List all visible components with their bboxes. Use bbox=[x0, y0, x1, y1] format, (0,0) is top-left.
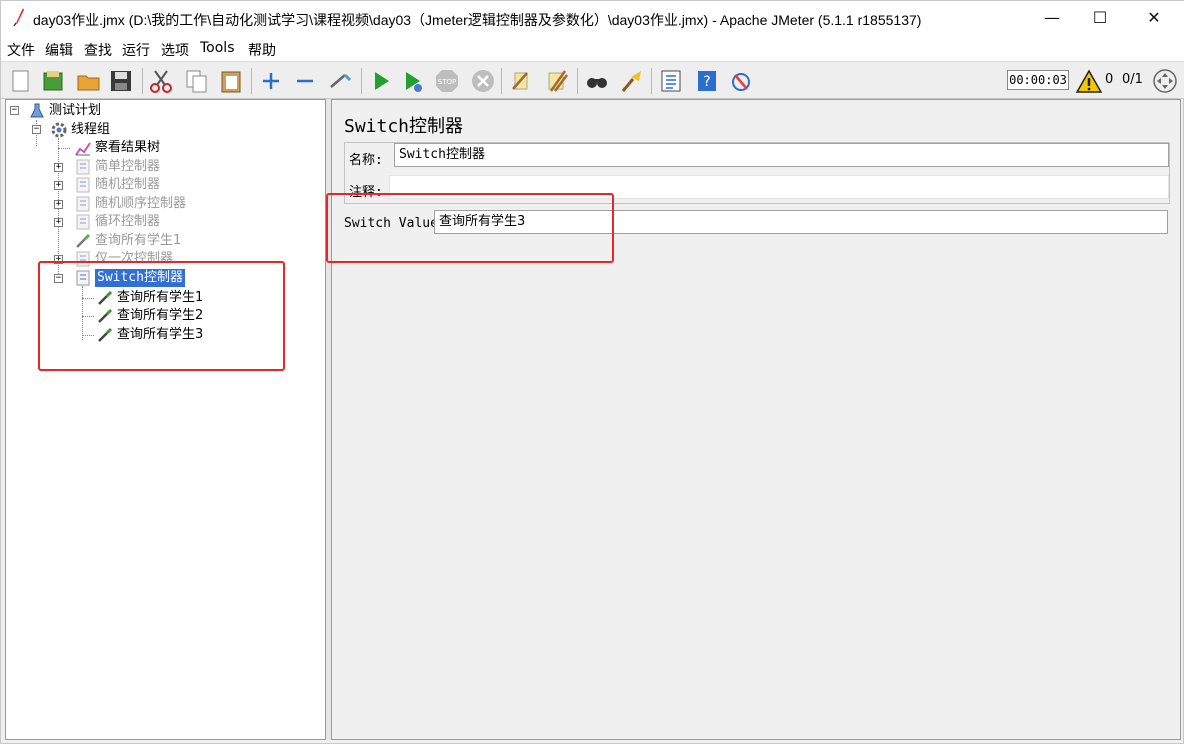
clear-all-icon[interactable] bbox=[543, 67, 571, 95]
remote-icon[interactable] bbox=[727, 67, 755, 95]
tree-node-random-controller[interactable]: 随机控制器 bbox=[74, 176, 160, 194]
name-label: 名称: bbox=[349, 153, 383, 168]
maximize-button[interactable]: ☐ bbox=[1077, 1, 1123, 35]
collapse-toggle[interactable]: − bbox=[32, 125, 41, 134]
reset-search-icon[interactable] bbox=[617, 67, 645, 95]
tree-node-simple-controller[interactable]: 简单控制器 bbox=[74, 158, 160, 176]
minimize-button[interactable]: — bbox=[1029, 1, 1075, 35]
toolbar-separator bbox=[501, 68, 502, 94]
paste-icon[interactable] bbox=[217, 67, 245, 95]
start-icon[interactable] bbox=[367, 67, 395, 95]
toolbar: STOP ? 00:00:03 0 0/1 bbox=[1, 61, 1184, 99]
copy-icon[interactable] bbox=[183, 67, 211, 95]
toolbar-separator bbox=[577, 68, 578, 94]
menu-help[interactable]: 帮助 bbox=[248, 40, 276, 60]
menu-file[interactable]: 文件 bbox=[7, 40, 35, 60]
expand-toggle[interactable]: + bbox=[54, 181, 63, 190]
pipette-icon bbox=[76, 233, 91, 248]
remote-status-icon[interactable] bbox=[1151, 67, 1179, 95]
controller-icon bbox=[76, 159, 90, 175]
title-bar: day03作业.jmx (D:\我的工作\自动化测试学习\课程视频\day03（… bbox=[1, 1, 1184, 35]
window-title: day03作业.jmx (D:\我的工作\自动化测试学习\课程视频\day03（… bbox=[33, 12, 922, 28]
tree-node-results-tree[interactable]: 察看结果树 bbox=[74, 139, 160, 157]
panel-title: Switch控制器 bbox=[344, 116, 464, 137]
expand-icon[interactable] bbox=[257, 67, 285, 95]
cut-icon[interactable] bbox=[147, 67, 175, 95]
menu-search[interactable]: 查找 bbox=[84, 40, 112, 60]
open-icon[interactable] bbox=[75, 67, 103, 95]
clear-icon[interactable] bbox=[507, 67, 535, 95]
svg-text:?: ? bbox=[703, 74, 710, 90]
templates-icon[interactable] bbox=[39, 67, 67, 95]
controller-icon bbox=[76, 214, 90, 230]
toolbar-separator bbox=[361, 68, 362, 94]
function-helper-icon[interactable] bbox=[657, 67, 685, 95]
collapse-toggle[interactable]: − bbox=[10, 106, 19, 115]
expand-toggle[interactable]: + bbox=[54, 163, 63, 172]
chart-icon bbox=[75, 142, 91, 156]
jmeter-feather-icon bbox=[13, 8, 24, 27]
menu-tools[interactable]: Tools bbox=[200, 40, 235, 56]
menu-edit[interactable]: 编辑 bbox=[45, 40, 73, 60]
toolbar-separator bbox=[142, 68, 143, 94]
tree-node-test-plan[interactable]: 测试计划 bbox=[28, 102, 101, 120]
toolbar-separator bbox=[651, 68, 652, 94]
annotation-box-tree bbox=[38, 261, 285, 371]
new-icon[interactable] bbox=[7, 67, 35, 95]
tree-connector bbox=[58, 148, 70, 149]
close-button[interactable]: ✕ bbox=[1131, 1, 1177, 35]
collapse-icon[interactable] bbox=[291, 67, 319, 95]
expand-toggle[interactable]: + bbox=[54, 200, 63, 209]
svg-text:STOP: STOP bbox=[438, 78, 456, 86]
tree-node-random-order-controller[interactable]: 随机顺序控制器 bbox=[74, 195, 186, 213]
tree-node-loop-controller[interactable]: 循环控制器 bbox=[74, 213, 160, 231]
elapsed-time: 00:00:03 bbox=[1007, 70, 1069, 90]
controller-icon bbox=[76, 177, 90, 193]
expand-toggle[interactable]: + bbox=[54, 218, 63, 227]
warning-count: 0 bbox=[1105, 72, 1114, 87]
toolbar-separator bbox=[251, 68, 252, 94]
menu-options[interactable]: 选项 bbox=[161, 40, 189, 60]
annotation-box-switch-value bbox=[326, 193, 614, 263]
stop-icon[interactable]: STOP bbox=[433, 67, 461, 95]
start-no-pause-icon[interactable] bbox=[399, 67, 427, 95]
help-icon[interactable]: ? bbox=[693, 67, 721, 95]
test-plan-tree: − − + + + + + − 测试计划 线程组 察看结果树 简单控制器 随机控… bbox=[5, 99, 326, 740]
test-plan-icon bbox=[30, 103, 44, 118]
name-field[interactable]: Switch控制器 bbox=[394, 143, 1169, 167]
shutdown-icon[interactable] bbox=[469, 67, 497, 95]
save-icon[interactable] bbox=[107, 67, 135, 95]
menu-bar: 文件 编辑 查找 运行 选项 Tools 帮助 bbox=[1, 35, 1184, 61]
tree-node-thread-group[interactable]: 线程组 bbox=[50, 121, 110, 139]
toggle-icon[interactable] bbox=[327, 67, 355, 95]
active-threads: 0/1 bbox=[1122, 72, 1143, 87]
warning-icon[interactable] bbox=[1075, 68, 1103, 96]
jmeter-window: day03作业.jmx (D:\我的工作\自动化测试学习\课程视频\day03（… bbox=[0, 0, 1184, 744]
tree-node-sampler[interactable]: 查询所有学生1 bbox=[74, 232, 181, 250]
menu-run[interactable]: 运行 bbox=[122, 40, 150, 60]
gear-icon bbox=[51, 122, 67, 138]
controller-icon bbox=[76, 196, 90, 212]
search-icon[interactable] bbox=[583, 67, 611, 95]
